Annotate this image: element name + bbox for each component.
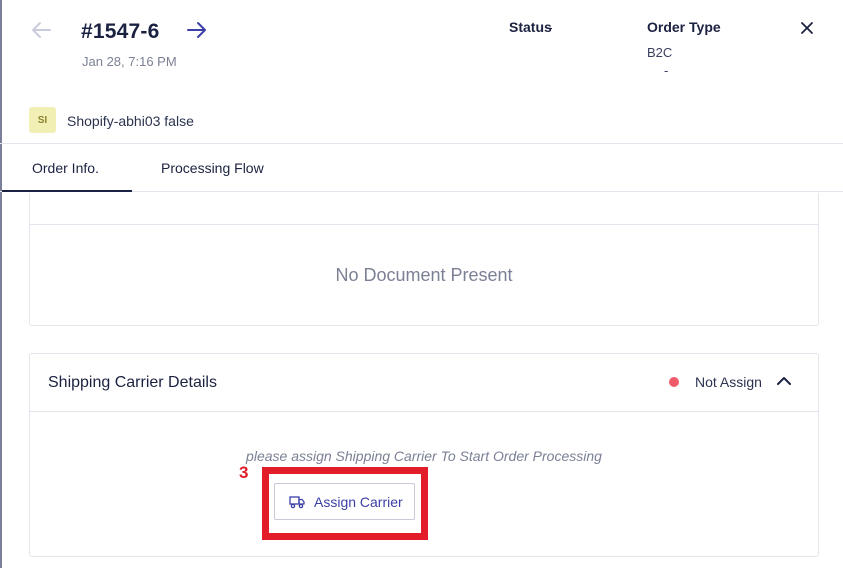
- previous-order-button[interactable]: [30, 20, 52, 40]
- step-number-annotation: 3: [239, 463, 249, 482]
- collapse-toggle[interactable]: [775, 373, 793, 389]
- left-edge-rail: [0, 0, 2, 568]
- truck-icon: [289, 495, 305, 508]
- order-type-value: B2C: [647, 45, 673, 60]
- tab-order-info[interactable]: Order Info.: [32, 160, 99, 176]
- documents-card-divider: [30, 224, 818, 225]
- status-value: -: [548, 19, 553, 35]
- tab-processing-flow[interactable]: Processing Flow: [161, 160, 264, 176]
- documents-card: No Document Present: [29, 193, 819, 326]
- order-number: #1547-6: [81, 20, 160, 43]
- no-document-message: No Document Present: [335, 265, 513, 285]
- header-divider: [0, 143, 843, 144]
- shipping-carrier-title: Shipping Carrier Details: [48, 374, 217, 391]
- store-name: Shopify-abhi03 false: [67, 113, 194, 129]
- assign-carrier-label: Assign Carrier: [314, 493, 403, 510]
- shipping-card-divider: [30, 411, 818, 412]
- active-tab-indicator: [2, 190, 132, 192]
- chevron-up-icon: [777, 377, 791, 385]
- assign-carrier-hint: please assign Shipping Carrier To Start …: [246, 448, 602, 464]
- next-order-button[interactable]: [186, 20, 208, 40]
- order-date: Jan 28, 7:16 PM: [82, 54, 177, 69]
- assign-carrier-button[interactable]: Assign Carrier: [274, 483, 415, 520]
- status-label: Status: [509, 19, 552, 35]
- close-button[interactable]: [799, 20, 815, 36]
- arrow-left-icon: [32, 22, 51, 38]
- shipping-status-badge: Not Assign: [695, 374, 762, 390]
- order-type-subvalue: -: [664, 63, 669, 78]
- store-avatar: SI: [29, 107, 56, 133]
- close-icon: [801, 22, 813, 34]
- status-dot: [669, 377, 679, 387]
- arrow-right-icon: [187, 22, 206, 38]
- order-type-label: Order Type: [647, 19, 721, 35]
